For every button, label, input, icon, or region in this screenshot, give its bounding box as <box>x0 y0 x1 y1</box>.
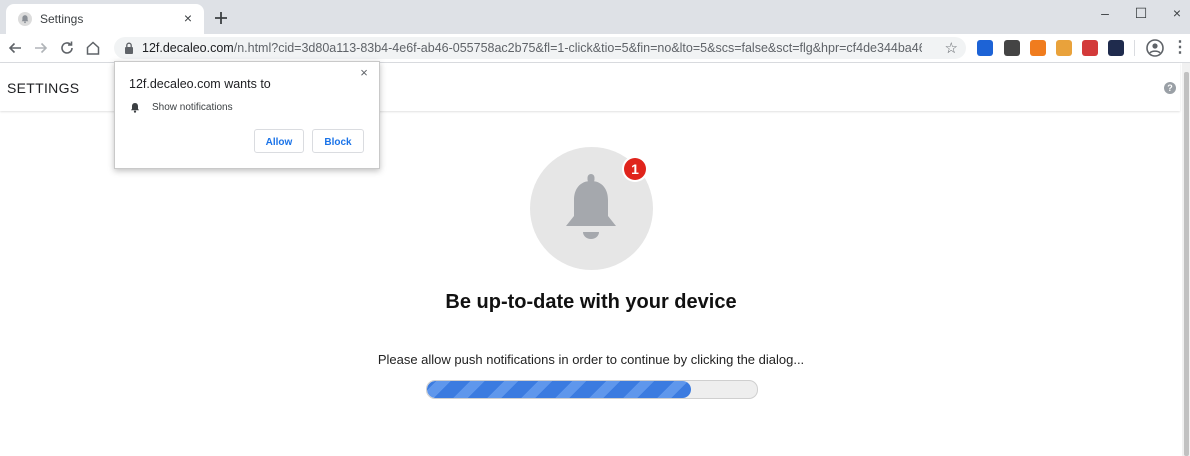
popup-permission-text: Show notifications <box>152 102 233 113</box>
progress-fill <box>427 381 691 398</box>
profile-avatar-icon[interactable] <box>1146 39 1164 57</box>
ext-dark-screen-icon[interactable] <box>1108 40 1124 56</box>
tab-title: Settings <box>40 12 84 26</box>
maximize-icon[interactable]: ☐ <box>1126 2 1156 24</box>
progress-bar <box>426 380 758 399</box>
home-icon[interactable] <box>84 39 102 57</box>
tab-settings[interactable]: Settings × <box>6 4 204 34</box>
notification-badge: 1 <box>624 158 646 180</box>
browser-toolbar: 12f.decaleo.com/n.html?cid=3d80a113-83b4… <box>0 34 1190 63</box>
minimize-icon[interactable]: – <box>1090 2 1120 24</box>
tab-close-icon[interactable]: × <box>180 10 196 26</box>
url-host: 12f.decaleo.com <box>142 41 234 55</box>
help-icon[interactable]: ? <box>1164 82 1176 94</box>
browser-menu-icon[interactable]: ⋮ <box>1172 38 1188 58</box>
ext-orange-icon[interactable] <box>1030 40 1046 56</box>
popup-close-icon[interactable]: × <box>357 66 371 80</box>
bookmark-star-icon[interactable]: ☆ <box>945 39 958 57</box>
bell-icon <box>566 174 616 239</box>
back-arrow-icon[interactable] <box>6 39 24 57</box>
ext-flame-icon[interactable] <box>1056 40 1072 56</box>
url-path: /n.html?cid=3d80a113-83b4-4e6f-ab46-0557… <box>233 41 922 55</box>
allow-button[interactable]: Allow <box>254 129 304 153</box>
ext-red-circle-icon[interactable] <box>1082 40 1098 56</box>
bell-favicon-icon <box>18 12 32 26</box>
scrollbar-thumb[interactable] <box>1184 72 1189 456</box>
page-title: SETTINGS <box>7 80 80 96</box>
url-text[interactable]: 12f.decaleo.com/n.html?cid=3d80a113-83b4… <box>142 41 922 55</box>
ext-eye-icon[interactable] <box>1004 40 1020 56</box>
reload-icon[interactable] <box>58 39 76 57</box>
instruction-text: Please allow push notifications in order… <box>377 352 805 367</box>
popup-title: 12f.decaleo.com wants to <box>129 77 271 91</box>
notification-bell-icon <box>131 103 139 113</box>
toolbar-divider <box>1134 40 1135 56</box>
forward-arrow-icon[interactable] <box>32 39 50 57</box>
new-tab-icon[interactable] <box>212 9 230 27</box>
tab-strip: Settings × – ☐ × <box>0 0 1190 34</box>
block-button[interactable]: Block <box>312 129 364 153</box>
ext-blue-grid-icon[interactable] <box>977 40 993 56</box>
headline: Be up-to-date with your device <box>445 291 737 313</box>
notification-permission-popup: 12f.decaleo.com wants to × Show notifica… <box>114 61 380 169</box>
address-bar[interactable]: 12f.decaleo.com/n.html?cid=3d80a113-83b4… <box>114 37 966 59</box>
window-close-icon[interactable]: × <box>1162 2 1190 24</box>
lock-icon[interactable] <box>124 42 134 54</box>
